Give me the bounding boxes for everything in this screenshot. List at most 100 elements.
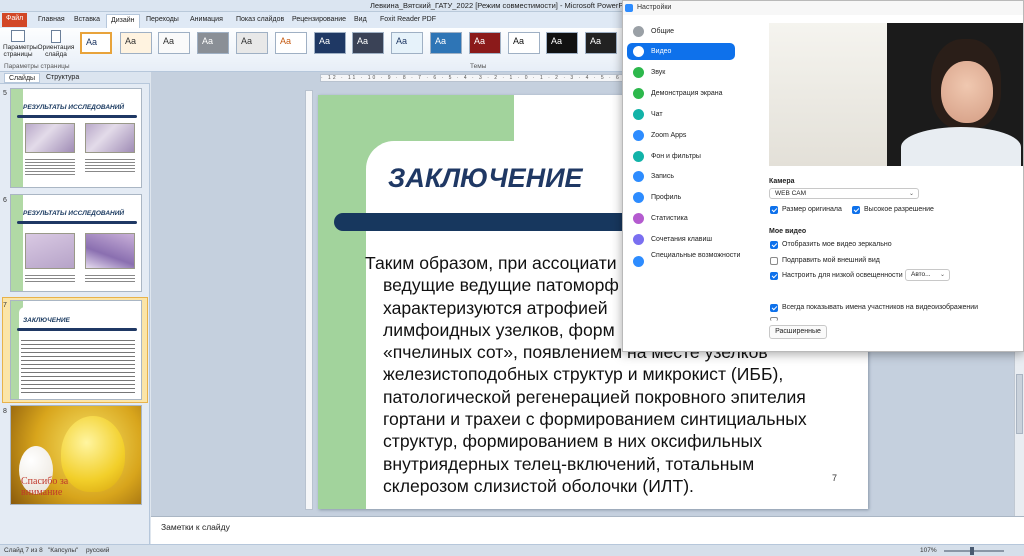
window-title: Левкина_Вятский_ГАТУ_2022 [Режим совмест… [370, 1, 636, 10]
next-checkbox-partial[interactable] [770, 317, 778, 321]
dialog-title-bar: Настройки [623, 1, 1023, 15]
menu-shortcuts[interactable]: Сочетания клавиш [627, 231, 735, 248]
slide-thumb-7[interactable]: ЗАКЛЮЧЕНИЕ [10, 300, 142, 400]
tab-transitions[interactable]: Переходы [142, 14, 183, 28]
zoom-logo-icon [625, 4, 633, 12]
menu-general[interactable]: Общие [627, 23, 735, 40]
theme-office[interactable]: Aa [80, 32, 112, 54]
page-setup-button[interactable]: Параметры страницы [3, 30, 38, 58]
tab-insert[interactable]: Вставка [70, 14, 104, 28]
thumb-caption: Спасибо за внимание [21, 476, 69, 498]
histology-image [25, 233, 75, 269]
status-language[interactable]: русский [86, 547, 109, 554]
hd-checkbox[interactable] [852, 206, 860, 214]
orientation-icon [51, 30, 61, 43]
settings-dialog: Настройки Общие Видео Звук Демонстрация … [622, 0, 1024, 352]
histology-image [25, 123, 75, 153]
tab-review[interactable]: Рецензирование [288, 14, 350, 28]
menu-accessibility[interactable]: Специальные возможности [627, 251, 745, 273]
page-setup-label: Параметры страницы [3, 44, 38, 58]
theme-14[interactable]: Aa [585, 32, 617, 54]
notes-pane[interactable]: Заметки к слайду [151, 516, 1024, 544]
thumb-title: ЗАКЛЮЧЕНИЕ [23, 317, 70, 324]
chevron-down-icon: ⌄ [908, 191, 914, 197]
theme-3[interactable]: Aa [158, 32, 190, 54]
theme-12[interactable]: Aa [508, 32, 540, 54]
status-theme: "Капсулы" [48, 547, 79, 554]
screen-share-icon [633, 88, 644, 99]
thumb-number: 6 [3, 197, 7, 204]
settings-menu: Общие Видео Звук Демонстрация экрана Чат… [623, 15, 763, 351]
tab-home[interactable]: Главная [34, 14, 69, 28]
theme-4[interactable]: Aa [197, 32, 229, 54]
low-light-checkbox[interactable] [770, 272, 778, 280]
hd-label: Высокое разрешение [864, 206, 934, 213]
advanced-button[interactable]: Расширенные [769, 325, 827, 339]
slide-thumb-5[interactable]: РЕЗУЛЬТАТЫ ИССЛЕДОВАНИЙ [10, 88, 142, 188]
dialog-title: Настройки [637, 4, 672, 11]
tab-slides[interactable]: Слайды [4, 73, 41, 83]
show-names-label: Всегда показывать имена участников на ви… [782, 304, 979, 311]
menu-zoom-apps[interactable]: Zoom Apps [627, 127, 735, 144]
original-size-checkbox[interactable] [770, 206, 778, 214]
camera-icon [633, 46, 644, 57]
tab-structure[interactable]: Структура [42, 73, 83, 83]
tab-foxit[interactable]: Foxit Reader PDF [376, 14, 440, 28]
zoom-slider[interactable] [944, 550, 1004, 552]
thumb-title: РЕЗУЛЬТАТЫ ИССЛЕДОВАНИЙ [23, 210, 125, 217]
theme-5[interactable]: Aa [236, 32, 268, 54]
touch-up-label: Подправить мой внешний вид [782, 257, 880, 264]
my-video-label: Мое видео [769, 228, 807, 235]
menu-audio[interactable]: Звук [627, 64, 735, 81]
chat-icon [633, 109, 644, 120]
tab-slideshow[interactable]: Показ слайдов [232, 14, 288, 28]
slide-thumb-8[interactable]: Спасибо за внимание [10, 405, 142, 505]
menu-recording[interactable]: Запись [627, 168, 735, 185]
tab-design[interactable]: Дизайн [106, 14, 140, 28]
theme-9[interactable]: Aa [391, 32, 423, 54]
menu-video[interactable]: Видео [627, 43, 735, 60]
slide-title[interactable]: ЗАКЛЮЧЕНИЕ [388, 163, 583, 194]
body-line: склерозом слизистой оболочки (ИЛТ). [383, 475, 694, 496]
orientation-label: Ориентация слайда [37, 44, 75, 58]
thumb-number: 5 [3, 90, 7, 97]
theme-13[interactable]: Aa [546, 32, 578, 54]
gear-icon [633, 26, 644, 37]
menu-backgrounds[interactable]: Фон и фильтры [627, 148, 735, 165]
body-line: внутриядерных телец-включений, тотальным [383, 453, 755, 474]
low-light-select[interactable]: Авто... ⌄ [905, 269, 950, 281]
menu-chat[interactable]: Чат [627, 106, 735, 123]
menu-profile[interactable]: Профиль [627, 189, 735, 206]
zoom-level[interactable]: 107% [920, 547, 937, 554]
menu-statistics[interactable]: Статистика [627, 210, 735, 227]
orientation-button[interactable]: Ориентация слайда [36, 30, 76, 58]
thumb-number: 8 [3, 408, 7, 415]
theme-11[interactable]: Aa [469, 32, 501, 54]
theme-2[interactable]: Aa [120, 32, 152, 54]
person-shoulders [901, 127, 1021, 166]
camera-select[interactable]: WEB CAM ⌄ [769, 188, 919, 199]
slide-thumb-6[interactable]: РЕЗУЛЬТАТЫ ИССЛЕДОВАНИЙ [10, 194, 142, 292]
headphones-icon [633, 67, 644, 78]
tab-animation[interactable]: Анимация [186, 14, 227, 28]
keyboard-icon [633, 234, 644, 245]
accessibility-icon [633, 256, 644, 267]
menu-screen-share[interactable]: Демонстрация экрана [627, 85, 735, 102]
show-names-checkbox[interactable] [770, 304, 778, 312]
body-line: структур, формированием в них оксифильны… [383, 431, 762, 452]
tab-file[interactable]: Файл [2, 13, 28, 27]
body-line: патологической регенерацией покровного э… [383, 386, 806, 407]
statistics-icon [633, 213, 644, 224]
theme-10[interactable]: Aa [430, 32, 462, 54]
mirror-checkbox[interactable] [770, 241, 778, 249]
zoom-slider-thumb[interactable] [970, 547, 974, 555]
histology-image [85, 123, 135, 153]
theme-7[interactable]: Aa [314, 32, 346, 54]
chevron-down-icon: ⌄ [939, 272, 945, 278]
scroll-thumb[interactable] [1016, 374, 1023, 434]
tab-view[interactable]: Вид [350, 14, 371, 28]
theme-8[interactable]: Aa [352, 32, 384, 54]
record-icon [633, 171, 644, 182]
touch-up-checkbox[interactable] [770, 257, 778, 265]
theme-6[interactable]: Aa [275, 32, 307, 54]
